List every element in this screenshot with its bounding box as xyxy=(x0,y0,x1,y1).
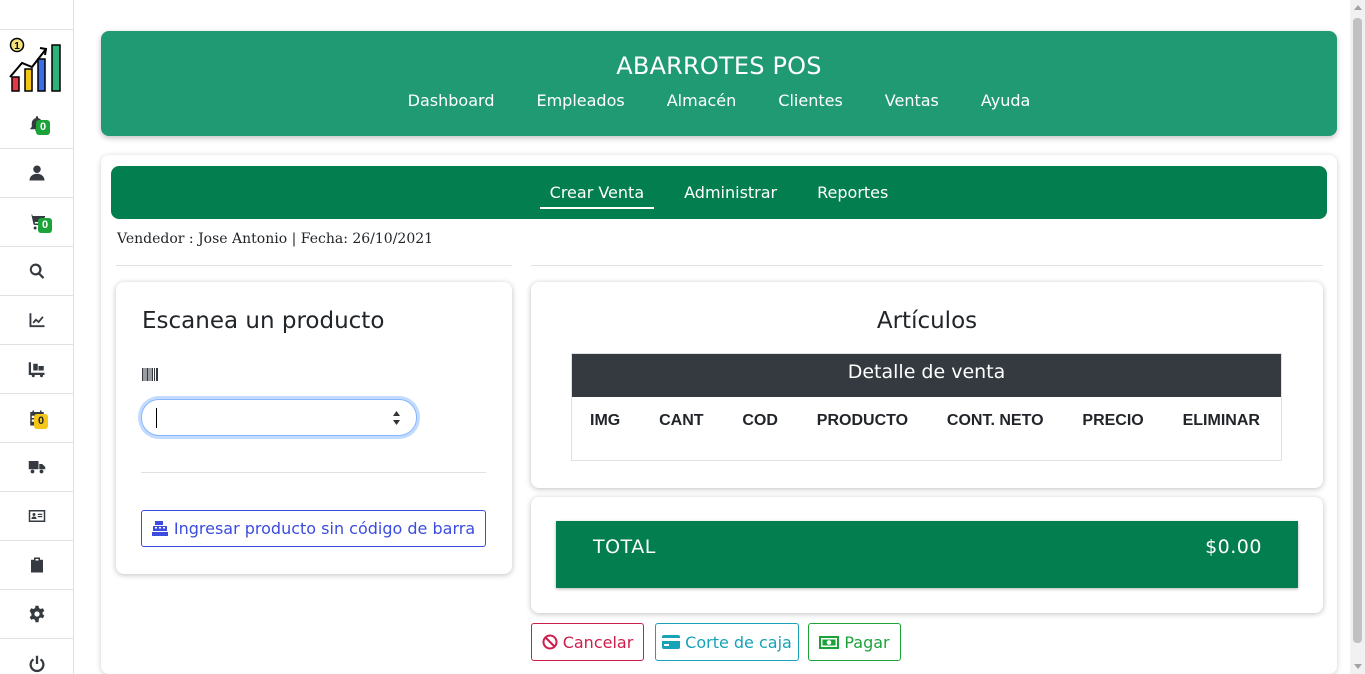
add-product-without-barcode-button[interactable]: Ingresar producto sin código de barra xyxy=(141,510,486,547)
col-cont-neto: CONT. NETO xyxy=(946,412,1044,429)
scroll-down-arrow-icon[interactable] xyxy=(1354,664,1362,669)
app-header: ABARROTES POS Dashboard Empleados Almacé… xyxy=(101,31,1337,136)
sidebar-item-stats[interactable] xyxy=(0,296,73,345)
sidebar-item-cart[interactable]: 0 xyxy=(0,198,73,247)
table-header-row: IMG CANT COD PRODUCTO CONT. NETO PRECIO … xyxy=(572,397,1281,430)
nav-ayuda[interactable]: Ayuda xyxy=(981,91,1030,110)
sales-panel: Crear Venta Administrar Reportes Vendedo… xyxy=(101,155,1337,674)
logo-badge: 1 xyxy=(14,41,20,52)
scan-divider xyxy=(141,472,486,473)
col-img: IMG xyxy=(590,412,621,429)
articles-card: Artículos Detalle de venta IMG CANT COD … xyxy=(531,282,1323,488)
sidebar-item-clients[interactable] xyxy=(0,492,73,541)
col-eliminar: ELIMINAR xyxy=(1182,412,1260,429)
main-nav: Dashboard Empleados Almacén Clientes Ven… xyxy=(101,91,1337,110)
calendar-badge: 0 xyxy=(34,414,49,429)
cart-badge: 0 xyxy=(38,218,53,233)
text-caret xyxy=(156,408,157,428)
cancel-button[interactable]: Cancelar xyxy=(531,623,644,661)
cancel-label: Cancelar xyxy=(562,632,634,652)
tab-administrar[interactable]: Administrar xyxy=(674,177,787,208)
sidebar-item-calendar[interactable]: 0 xyxy=(0,394,73,443)
chart-line-icon xyxy=(29,313,44,328)
money-bill-icon xyxy=(819,635,840,649)
sidebar-item-settings[interactable] xyxy=(0,590,73,639)
barcode-icon xyxy=(142,366,159,385)
number-spinner-icon[interactable] xyxy=(392,408,401,428)
ban-icon xyxy=(542,634,558,650)
sales-subnav: Crear Venta Administrar Reportes xyxy=(111,166,1327,219)
sidebar-item-user[interactable] xyxy=(0,149,73,198)
total-bar: TOTAL $0.00 xyxy=(556,521,1298,588)
id-card-icon xyxy=(28,510,45,522)
credit-card-icon xyxy=(662,635,681,649)
total-value: $0.00 xyxy=(1205,536,1262,558)
sidebar-item-notifications[interactable]: 0 xyxy=(0,100,73,149)
col-precio: PRECIO xyxy=(1082,412,1144,429)
page-scrollbar[interactable] xyxy=(1350,0,1365,674)
divider-left xyxy=(116,265,512,266)
chart-growth-logo-icon: 1 xyxy=(8,37,61,92)
nav-dashboard[interactable]: Dashboard xyxy=(408,91,495,110)
col-producto: PRODUCTO xyxy=(816,412,909,429)
sidebar-top-strip xyxy=(0,0,73,30)
total-card: TOTAL $0.00 xyxy=(531,497,1323,613)
tab-reportes[interactable]: Reportes xyxy=(807,177,898,208)
gear-icon xyxy=(29,605,44,623)
sale-detail-title: Detalle de venta xyxy=(572,354,1281,397)
add-product-without-barcode-label: Ingresar producto sin código de barra xyxy=(173,519,476,538)
scan-product-card: Escanea un producto Ingresar producto si… xyxy=(116,282,512,574)
scroll-up-arrow-icon[interactable] xyxy=(1354,5,1362,10)
clipboard-icon xyxy=(30,557,43,573)
scrollbar-thumb[interactable] xyxy=(1353,18,1362,643)
app-title: ABARROTES POS xyxy=(616,52,822,80)
articles-title: Artículos xyxy=(876,308,978,334)
col-cod: COD xyxy=(742,412,778,429)
power-icon xyxy=(29,655,44,672)
nav-empleados[interactable]: Empleados xyxy=(536,91,624,110)
pay-button[interactable]: Pagar xyxy=(808,623,901,661)
pay-label: Pagar xyxy=(844,632,890,652)
app-logo[interactable]: 1 xyxy=(0,30,73,100)
nav-ventas[interactable]: Ventas xyxy=(885,91,939,110)
sidebar-item-search[interactable] xyxy=(0,247,73,296)
scan-title: Escanea un producto xyxy=(142,308,385,334)
tab-crear-venta[interactable]: Crear Venta xyxy=(539,177,655,209)
col-cant: CANT xyxy=(659,412,704,429)
sidebar-item-reports[interactable] xyxy=(0,541,73,590)
cash-cut-button[interactable]: Corte de caja xyxy=(655,623,799,661)
sale-detail-table: Detalle de venta IMG CANT COD PRODUCTO C… xyxy=(571,353,1282,461)
search-icon xyxy=(29,263,44,279)
notifications-badge: 0 xyxy=(36,120,51,135)
sidebar-item-inventory[interactable] xyxy=(0,345,73,394)
barcode-input[interactable] xyxy=(141,399,417,436)
nav-almacen[interactable]: Almacén xyxy=(667,91,737,110)
vendor-date-line: Vendedor : Jose Antonio | Fecha: 26/10/2… xyxy=(117,231,434,247)
sidebar-item-logout[interactable] xyxy=(0,639,73,674)
nav-clientes[interactable]: Clientes xyxy=(778,91,843,110)
cash-register-icon xyxy=(151,521,168,536)
cash-cut-label: Corte de caja xyxy=(685,632,792,652)
total-label: TOTAL xyxy=(593,536,656,558)
truck-icon xyxy=(28,461,45,474)
dolly-icon xyxy=(28,362,44,378)
sidebar-item-shipping[interactable] xyxy=(0,443,73,492)
user-icon xyxy=(29,165,44,181)
divider-right xyxy=(531,265,1323,266)
sidebar: 1 0 0 0 xyxy=(0,0,74,674)
